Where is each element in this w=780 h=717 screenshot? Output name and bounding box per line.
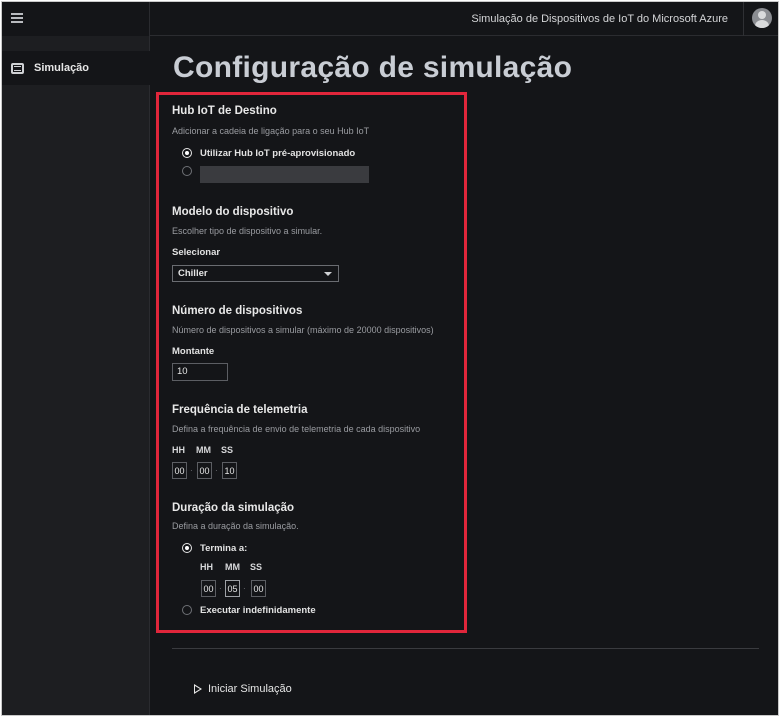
telemetry-hh-label: HH <box>172 445 185 455</box>
amount-label: Montante <box>172 346 215 357</box>
duration-hh-label: HH <box>200 562 213 572</box>
section-divider <box>172 648 759 649</box>
start-simulation-label: Iniciar Simulação <box>208 683 292 695</box>
telemetry-ss-label: SS <box>221 445 234 455</box>
chevron-down-icon <box>324 272 332 276</box>
run-indefinitely-label: Executar indefinidamente <box>200 605 316 616</box>
page-title: Configuração de simulação <box>173 51 573 84</box>
telemetry-section-description: Defina a frequência de envio de telemetr… <box>172 424 421 434</box>
device-model-select[interactable]: Chiller <box>172 265 339 282</box>
duration-ss-label: SS <box>250 562 263 572</box>
telemetry-ss-input[interactable]: 10 <box>222 462 237 479</box>
ends-at-label: Termina a: <box>200 543 248 554</box>
ends-at-radio[interactable] <box>182 543 192 553</box>
time-separator: · <box>190 466 193 475</box>
telemetry-hh-input[interactable]: 00 <box>172 462 187 479</box>
duration-hh-input[interactable]: 00 <box>201 580 216 597</box>
device-count-section-description: Número de dispositivos a simular (máximo… <box>172 325 434 335</box>
hub-section-title: Hub IoT de Destino <box>172 105 277 117</box>
time-separator: · <box>219 584 222 593</box>
start-simulation-button[interactable]: Iniciar Simulação <box>194 683 292 695</box>
duration-ss-input[interactable]: 00 <box>251 580 266 597</box>
connection-string-input[interactable] <box>200 166 369 183</box>
duration-mm-label: MM <box>225 562 240 572</box>
duration-section-description: Defina a duração da simulação. <box>172 521 299 531</box>
time-separator: · <box>243 584 246 593</box>
amount-input[interactable]: 10 <box>172 363 228 381</box>
telemetry-mm-label: MM <box>196 445 211 455</box>
app-window: Simulação Simulação de Dispositivos de I… <box>1 1 779 716</box>
preprovisioned-hub-label: Utilizar Hub IoT pré-aprovisionado <box>200 148 356 159</box>
main-content: Configuração de simulação Hub IoT de Des… <box>2 2 778 715</box>
duration-mm-input[interactable]: 05 <box>225 580 240 597</box>
telemetry-mm-input[interactable]: 00 <box>197 462 212 479</box>
device-model-select-label: Selecionar <box>172 247 221 258</box>
telemetry-section-title: Frequência de telemetria <box>172 404 308 416</box>
run-indefinitely-radio[interactable] <box>182 605 192 615</box>
hub-section-description: Adicionar a cadeia de ligação para o seu… <box>172 126 370 136</box>
preprovisioned-hub-radio[interactable] <box>182 148 192 158</box>
device-model-section-title: Modelo do dispositivo <box>172 206 294 218</box>
duration-section-title: Duração da simulação <box>172 502 295 514</box>
device-count-section-title: Número de dispositivos <box>172 305 303 317</box>
play-icon <box>194 684 202 694</box>
connection-string-radio[interactable] <box>182 166 192 176</box>
device-model-section-description: Escolher tipo de dispositivo a simular. <box>172 226 323 236</box>
time-separator: · <box>215 466 218 475</box>
device-model-selected-value: Chiller <box>178 268 208 279</box>
